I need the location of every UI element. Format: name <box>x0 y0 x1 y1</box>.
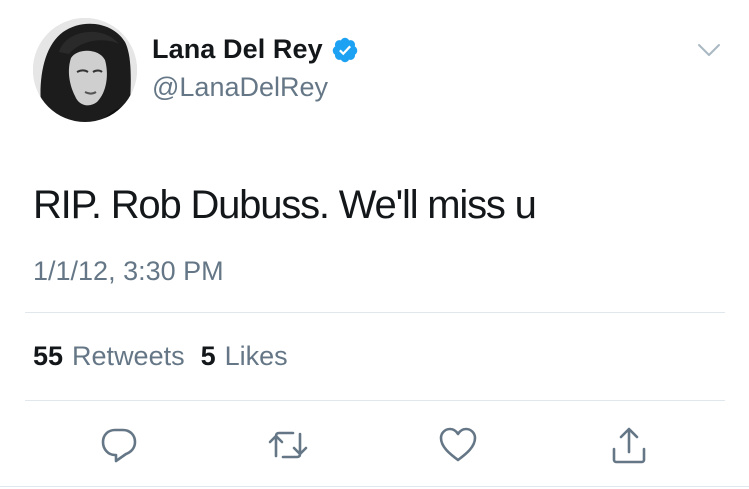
chevron-down-icon[interactable] <box>697 42 721 58</box>
retweets-label: Retweets <box>72 341 185 371</box>
divider <box>0 486 749 487</box>
avatar-photo <box>33 18 137 122</box>
like-button[interactable] <box>435 422 481 468</box>
likes-stat[interactable]: 5 Likes <box>201 341 288 372</box>
reply-button[interactable] <box>96 422 142 468</box>
display-name[interactable]: Lana Del Rey <box>152 34 323 65</box>
author-handle[interactable]: @LanaDelRey <box>152 72 328 103</box>
tweet-timestamp[interactable]: 1/1/12, 3:30 PM <box>33 256 224 287</box>
share-icon <box>612 427 646 464</box>
tweet-detail: Lana Del Rey @LanaDelRey RIP. Rob Dubuss… <box>0 0 749 489</box>
reply-icon <box>101 428 137 463</box>
retweet-icon <box>268 431 308 459</box>
author-name-row: Lana Del Rey <box>152 34 359 65</box>
tweet-text: RIP. Rob Dubuss. We'll miss u <box>33 183 537 227</box>
likes-label: Likes <box>224 341 288 371</box>
retweet-button[interactable] <box>265 422 311 468</box>
tweet-stats: 55 Retweets 5 Likes <box>33 341 304 372</box>
likes-count: 5 <box>200 341 216 371</box>
retweets-stat[interactable]: 55 Retweets <box>33 341 185 372</box>
heart-icon <box>439 427 477 462</box>
retweets-count: 55 <box>33 341 64 371</box>
share-button[interactable] <box>606 422 652 468</box>
divider <box>25 312 725 313</box>
action-bar <box>0 422 749 468</box>
verified-badge-icon <box>332 37 358 62</box>
avatar[interactable] <box>33 18 137 122</box>
divider <box>25 400 725 401</box>
